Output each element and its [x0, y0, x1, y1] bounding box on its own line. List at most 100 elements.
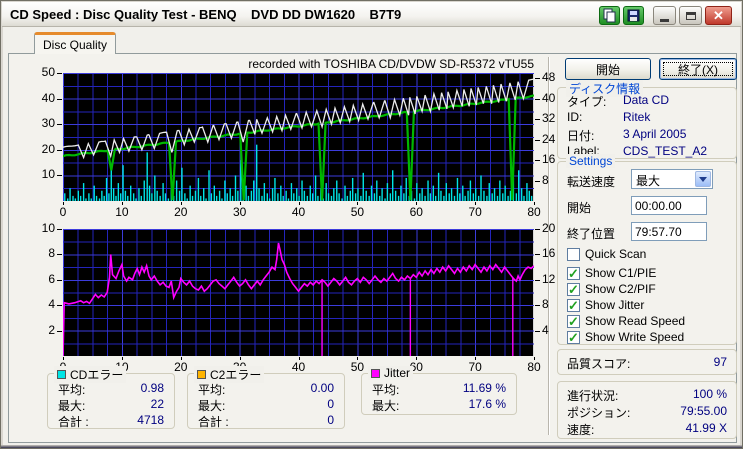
- cd-error-swatch: [57, 370, 66, 379]
- y-axis-left-tick-label: 50: [29, 66, 55, 79]
- axis-tick: [475, 357, 476, 360]
- stat-value: 0.00: [311, 381, 334, 398]
- axis-tick: [535, 160, 540, 161]
- axis-tick: [57, 331, 62, 332]
- axis-tick: [416, 202, 417, 205]
- axis-tick: [181, 202, 182, 205]
- position-value: 79:55.00: [627, 404, 727, 418]
- stat-value: 17.6 %: [469, 397, 506, 414]
- axis-tick: [57, 280, 62, 281]
- axis-tick: [534, 202, 535, 205]
- jitter-swatch: [371, 369, 380, 378]
- speed-label: 転送速度: [567, 173, 615, 190]
- y-axis-left-tick-label: 6: [29, 273, 55, 286]
- stat-label: 合計 :: [58, 413, 89, 430]
- axis-tick: [299, 202, 300, 205]
- x-axis-tick-label: 80: [522, 206, 546, 219]
- checkbox-show-write-speed[interactable]: ✓: [567, 331, 580, 344]
- stat-label: 合計 :: [198, 413, 229, 430]
- checkbox-quick-scan[interactable]: ✓: [567, 248, 580, 261]
- stat-value: 0: [327, 413, 334, 430]
- speed-select[interactable]: 最大: [631, 169, 713, 189]
- x-axis-tick-label: 30: [228, 206, 252, 219]
- quality-score-label: 品質スコア:: [567, 355, 630, 372]
- axis-tick: [475, 202, 476, 205]
- stat-value: 4718: [137, 413, 164, 430]
- axis-tick: [63, 357, 64, 360]
- exit-button[interactable]: 終了(X): [659, 58, 737, 80]
- x-axis-tick-label: 0: [51, 206, 75, 219]
- stat-label: 最大:: [58, 397, 85, 414]
- axis-tick: [535, 229, 540, 230]
- axis-tick: [57, 73, 62, 74]
- axis-tick: [63, 202, 64, 205]
- plot-area: [63, 229, 534, 356]
- axis-tick: [181, 357, 182, 360]
- checkbox-show-jitter[interactable]: ✓: [567, 299, 580, 312]
- y-axis-left-tick-label: 20: [29, 143, 55, 156]
- quality-score-value: 97: [627, 355, 727, 369]
- stat-label: 平均:: [58, 381, 85, 398]
- axis-tick: [535, 181, 540, 182]
- y-axis-left-tick-label: 10: [29, 168, 55, 181]
- axis-tick: [57, 254, 62, 255]
- c2-error-swatch: [197, 370, 206, 379]
- end-pos-input[interactable]: 79:57.70: [631, 222, 707, 241]
- disc-info-label: 日付:: [567, 127, 594, 144]
- disc-info-value: Data CD: [623, 93, 669, 107]
- end-pos-label: 終了位置: [567, 225, 615, 242]
- start-button[interactable]: 開始: [565, 58, 651, 80]
- cd-error-panel: CDエラー 平均:0.98 最大:22 合計 :4718: [47, 373, 175, 429]
- stat-label: 最大:: [198, 397, 225, 414]
- x-axis-tick-label: 50: [345, 206, 369, 219]
- position-label: ポジション:: [567, 404, 630, 421]
- jitter-legend: Jitter: [384, 366, 410, 380]
- stat-value: 22: [151, 397, 164, 414]
- stat-value: 0.98: [141, 381, 164, 398]
- checkbox-show-c1-pie[interactable]: ✓: [567, 267, 580, 280]
- disc-info-label: ID:: [567, 110, 582, 124]
- axis-tick: [535, 140, 540, 141]
- x-axis-tick-label: 40: [287, 206, 311, 219]
- disc-info-value: 3 April 2005: [623, 127, 686, 141]
- settings-legend: Settings: [566, 154, 615, 168]
- y-axis-left-tick-label: 10: [29, 222, 55, 235]
- stat-value: 0: [327, 397, 334, 414]
- x-axis-tick-label: 20: [169, 206, 193, 219]
- plot-area: [63, 73, 534, 201]
- y-axis-left-tick-label: 4: [29, 298, 55, 311]
- axis-tick: [535, 78, 540, 79]
- stat-label: 平均:: [198, 381, 225, 398]
- axis-tick: [357, 357, 358, 360]
- disc-info-label: タイプ:: [567, 93, 606, 110]
- start-pos-input[interactable]: 00:00.00: [631, 196, 707, 215]
- axis-tick: [240, 357, 241, 360]
- stat-label: 最大:: [372, 397, 399, 414]
- axis-tick: [57, 99, 62, 100]
- stat-value: 11.69 %: [463, 381, 506, 398]
- progress-label: 進行状況:: [567, 387, 618, 404]
- chevron-down-icon[interactable]: [695, 171, 711, 187]
- axis-tick: [416, 357, 417, 360]
- checkbox-show-read-speed[interactable]: ✓: [567, 315, 580, 328]
- progress-value: 100 %: [627, 387, 727, 401]
- tab-label: Disc Quality: [43, 38, 107, 52]
- axis-tick: [57, 229, 62, 230]
- axis-tick: [122, 357, 123, 360]
- axis-tick: [535, 305, 540, 306]
- x-axis-tick-label: 70: [463, 206, 487, 219]
- axis-tick: [535, 99, 540, 100]
- y-axis-left-tick-label: 40: [29, 92, 55, 105]
- c1-pie-errors-series: [65, 145, 532, 201]
- y-axis-left-tick-label: 30: [29, 117, 55, 130]
- axis-tick: [57, 175, 62, 176]
- speed-value: 41.99 X: [627, 421, 727, 435]
- axis-tick: [535, 254, 540, 255]
- tab-disc-quality[interactable]: Disc Quality: [34, 32, 116, 54]
- checkbox-show-c2-pif[interactable]: ✓: [567, 283, 580, 296]
- jitter-panel: Jitter 平均:11.69 % 最大:17.6 %: [361, 373, 517, 415]
- axis-tick: [299, 357, 300, 360]
- app-window: CD Speed : Disc Quality Test - BENQ DVD …: [0, 0, 743, 449]
- axis-tick: [57, 305, 62, 306]
- start-pos-label: 開始: [567, 199, 591, 216]
